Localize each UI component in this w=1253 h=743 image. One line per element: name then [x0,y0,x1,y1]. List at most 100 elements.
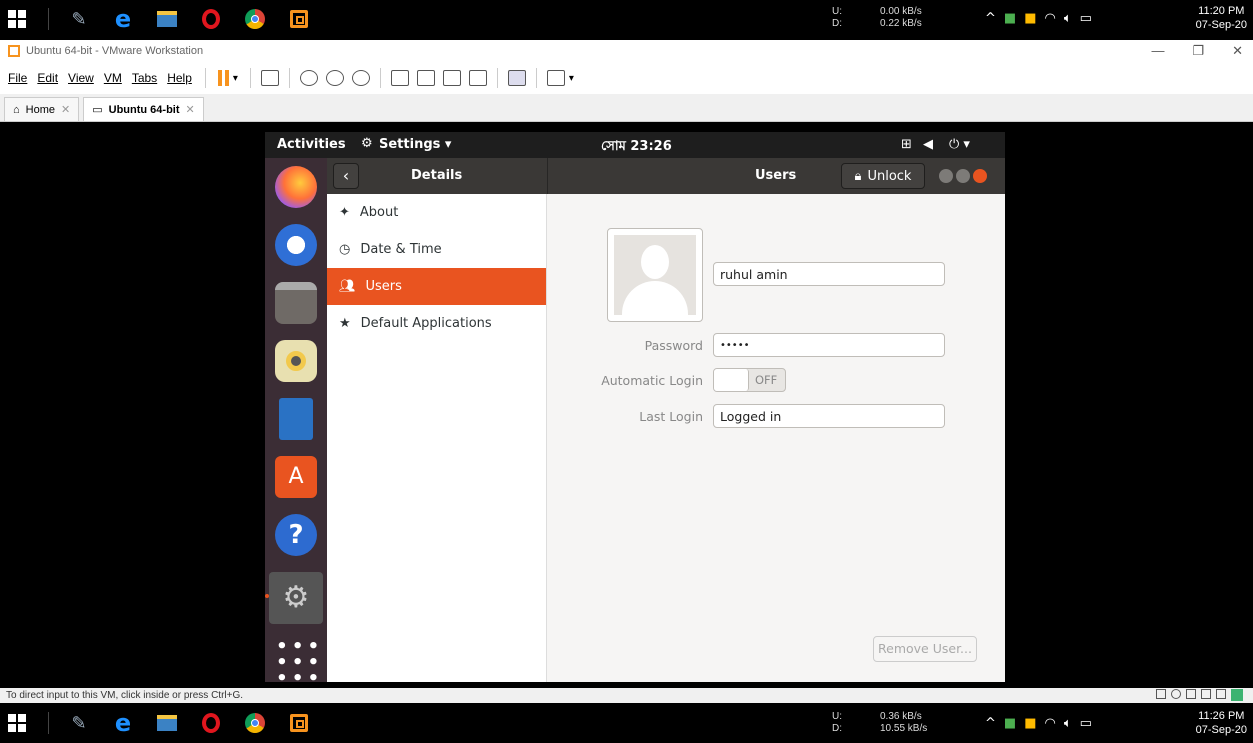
libreoffice-writer-icon[interactable] [279,398,313,440]
file-explorer-icon[interactable] [154,710,180,736]
chevron-up-icon[interactable]: ^ [985,716,996,731]
menu-edit[interactable]: Edit [37,71,58,85]
menu-view[interactable]: View [68,71,94,85]
close-tab-icon[interactable]: ✕ [186,103,195,116]
console-view-icon[interactable] [507,70,526,86]
hard-disk-icon[interactable] [1156,689,1166,699]
system-tray[interactable]: ^ ■ ■ ◠ 🔈︎ ▭ [985,716,1092,731]
menu-help[interactable]: Help [167,71,192,85]
ubuntu-software-icon[interactable]: A [275,456,317,498]
sidebar-item-default-applications[interactable]: ★ Default Applications [327,305,546,342]
tool-app-icon[interactable]: ✎ [66,6,92,32]
gnome-clock[interactable]: সোম 23:26 [601,137,672,158]
last-login-field[interactable]: Logged in [713,404,945,428]
panel-title: Users [755,168,797,183]
remove-user-button[interactable]: Remove User... [873,636,977,662]
pause-icon[interactable] [217,70,229,86]
edge-icon[interactable]: e [110,709,136,737]
network-adapter-icon[interactable] [1186,689,1196,699]
active-app-indicator [265,594,269,598]
chrome-icon[interactable] [242,6,268,32]
sidebar-item-about[interactable]: ✦ About [327,194,546,231]
clock-date: 07-Sep-20 [1195,19,1247,31]
close-icon[interactable]: ✕ [1232,43,1243,59]
tab-home[interactable]: ⌂ Home ✕ [4,97,80,121]
vmware-icon[interactable] [286,710,312,736]
wifi-icon[interactable]: ◠ [1045,11,1056,26]
restore-icon[interactable]: ❐ [1192,43,1204,59]
library-view-icon[interactable] [390,70,409,86]
user-avatar-button[interactable] [607,228,703,322]
tool-app-icon[interactable]: ✎ [66,710,92,736]
headerbar-divider [547,158,548,194]
vmware-icon[interactable] [286,6,312,32]
unity-icon[interactable] [468,70,487,86]
tray-app-icon[interactable]: ■ [1024,11,1036,26]
snapshot-manager-icon[interactable] [351,70,370,86]
stretch-icon[interactable] [546,70,565,86]
rhythmbox-icon[interactable] [275,340,317,382]
minimize-icon[interactable]: — [1151,43,1164,59]
file-explorer-icon[interactable] [154,6,180,32]
tray-app-icon[interactable]: ■ [1024,716,1036,731]
speaker-icon[interactable]: 🔈︎ [1064,11,1072,26]
show-applications-icon[interactable]: ∙∙∙ ∙∙∙ ∙∙∙ [275,632,320,689]
power-menu[interactable]: ⏻ ▾ [949,137,970,152]
tab-ubuntu[interactable]: ▭ Ubuntu 64-bit ✕ [83,97,204,121]
maximize-icon[interactable] [956,169,970,183]
automatic-login-switch[interactable]: OFF [713,368,786,392]
menu-vm[interactable]: VM [104,71,122,85]
network-icon[interactable]: ⊞ [901,137,912,152]
help-icon[interactable]: ? [275,514,317,556]
tray-app-icon[interactable]: ■ [1004,716,1016,731]
back-button[interactable]: ‹ [333,163,359,189]
activities-button[interactable]: Activities [277,137,346,152]
sidebar-item-users[interactable]: 👥︎ Users [327,268,546,305]
tray-app-icon[interactable]: ■ [1004,11,1016,26]
full-name-field[interactable]: ruhul amin [713,262,945,286]
unlock-button[interactable]: 🔒︎ Unlock [841,163,925,189]
windows-start-icon[interactable] [8,714,26,732]
menu-file[interactable]: File [8,71,27,85]
settings-icon[interactable]: ⚙ [269,572,323,624]
taskbar-clock[interactable]: 11:20 PM 07-Sep-20 [1196,4,1247,32]
message-icon[interactable] [1231,689,1243,701]
sidebar-item-date-time[interactable]: ◷ Date & Time [327,231,546,268]
vmware-status-bar: To direct input to this VM, click inside… [0,688,1253,703]
send-ctrl-alt-del-icon[interactable] [260,70,279,86]
chevron-down-icon[interactable]: ▾ [233,73,238,84]
system-tray[interactable]: ^ ■ ■ ◠ 🔈︎ ▭ [985,11,1092,26]
notification-icon[interactable]: ▭ [1080,11,1092,26]
volume-icon[interactable]: ◀︎ [923,137,933,152]
app-menu[interactable]: Settings ▾ [379,137,451,152]
vm-display[interactable]: Activities ⚙ Settings ▾ সোম 23:26 ⊞ ◀︎ ⏻… [7,122,1247,689]
notification-icon[interactable]: ▭ [1080,716,1092,731]
minimize-icon[interactable] [939,169,953,183]
opera-icon[interactable] [198,710,224,736]
fullscreen-icon[interactable] [442,70,461,86]
sound-card-icon[interactable] [1216,689,1226,699]
chevron-down-icon[interactable]: ▾ [569,73,574,84]
wifi-icon[interactable]: ◠ [1045,716,1056,731]
ubuntu-desktop[interactable]: Activities ⚙ Settings ▾ সোম 23:26 ⊞ ◀︎ ⏻… [265,132,1005,689]
printer-icon[interactable] [1201,689,1211,699]
firefox-icon[interactable] [275,166,317,208]
unlock-label: Unlock [867,168,912,184]
snapshot-icon[interactable] [299,70,318,86]
speaker-icon[interactable]: 🔈︎ [1064,716,1072,731]
menu-tabs[interactable]: Tabs [132,71,157,85]
thumbnail-view-icon[interactable] [416,70,435,86]
windows-start-icon[interactable] [8,10,26,28]
revert-snapshot-icon[interactable] [325,70,344,86]
cd-icon[interactable] [1171,689,1181,699]
thunderbird-icon[interactable] [275,224,317,266]
opera-icon[interactable] [198,6,224,32]
chevron-up-icon[interactable]: ^ [985,11,996,26]
close-tab-icon[interactable]: ✕ [61,103,70,116]
files-icon[interactable] [275,282,317,324]
close-icon[interactable] [973,169,987,183]
edge-icon[interactable]: e [110,5,136,33]
password-field[interactable]: ••••• [713,333,945,357]
chrome-icon[interactable] [242,710,268,736]
taskbar-clock[interactable]: 11:26 PM 07-Sep-20 [1196,709,1247,737]
